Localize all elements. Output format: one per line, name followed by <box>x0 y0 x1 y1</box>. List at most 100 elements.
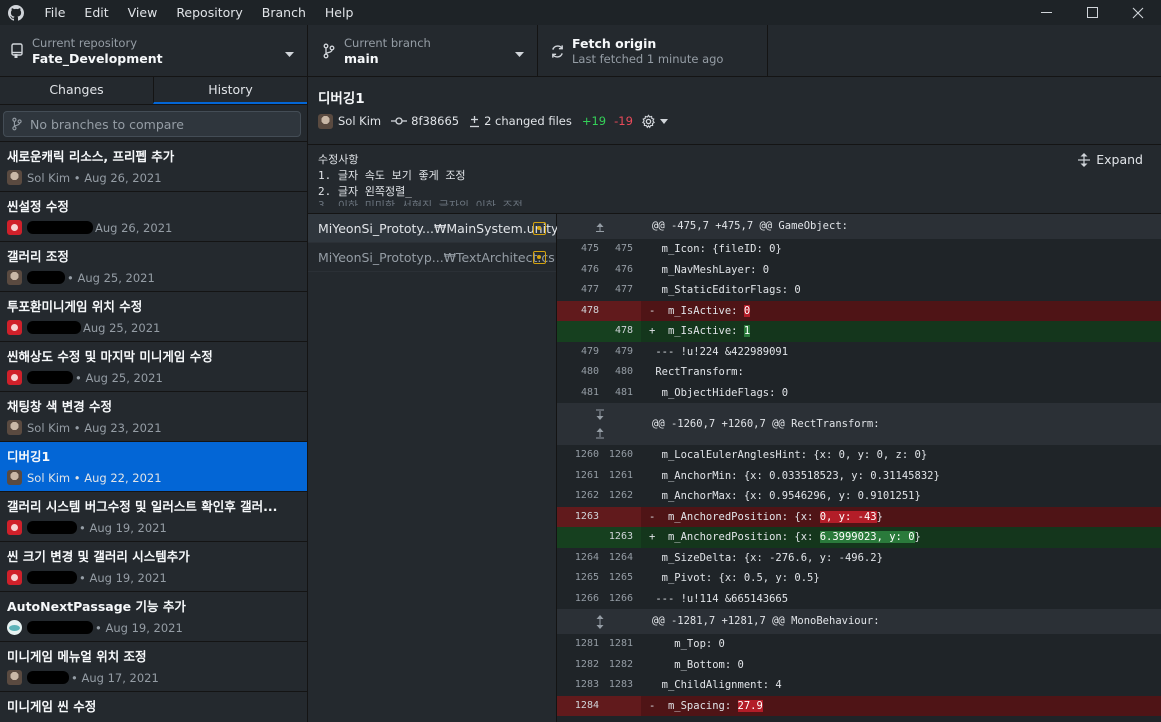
diff-line-deleted: 1263- m_AnchoredPosition: {x: 0, y: -43} <box>557 506 1161 527</box>
commit-item[interactable]: 투포환미니게임 위치 수정 Aug 25, 2021 <box>0 292 307 342</box>
commit-title: 갤러리 시스템 버그수정 및 일러스트 확인후 갤러... <box>7 499 278 514</box>
commit-date: Aug 25, 2021 <box>77 270 155 285</box>
fetch-sub: Last fetched 1 minute ago <box>572 51 724 66</box>
expand-both-icon[interactable] <box>557 403 643 445</box>
modified-icon <box>533 222 546 235</box>
commit-item[interactable]: 미니게임 메뉴얼 위치 조정 • Aug 17, 2021 <box>0 642 307 692</box>
chevron-down-icon <box>285 47 294 61</box>
expand-both-icon[interactable] <box>557 609 643 634</box>
file-name: MiYeonSi_Prototy...₩MainSystem.unity <box>318 220 559 236</box>
menu-file[interactable]: File <box>35 0 75 25</box>
commit-date: Aug 23, 2021 <box>84 420 162 435</box>
commit-sha[interactable]: 8f38665 <box>391 114 459 128</box>
branch-name: main <box>344 50 379 66</box>
menu-bar: File Edit View Repository Branch Help <box>35 0 363 25</box>
commit-item[interactable]: 미니게임 씬 수정 <box>0 692 307 722</box>
commit-title: 새로운캐릭 리소스, 프리펩 추가 <box>7 149 175 164</box>
maximize-button[interactable] <box>1069 0 1115 25</box>
repo-name: Fate_Development <box>32 50 163 66</box>
deletions-count: -19 <box>614 114 633 128</box>
window-controls <box>1023 0 1161 25</box>
menu-view[interactable]: View <box>118 0 167 25</box>
menu-repository[interactable]: Repository <box>167 0 252 25</box>
menu-branch[interactable]: Branch <box>252 0 315 25</box>
diff-line: 1264 1264 m_SizeDelta: {x: -276.6, y: -49… <box>574 551 883 564</box>
menu-help[interactable]: Help <box>315 0 363 25</box>
diff-line: 1266 1266 --- !u!114 &665143665 <box>574 592 789 605</box>
avatar <box>7 570 22 585</box>
commit-item[interactable]: 씬해상도 수정 및 마지막 미니게임 수정 • Aug 25, 2021 <box>0 342 307 392</box>
current-branch-button[interactable]: Current branch main <box>308 25 538 77</box>
minimize-button[interactable] <box>1023 0 1069 25</box>
file-item[interactable]: MiYeonSi_Prototy...₩MainSystem.unity <box>308 214 559 243</box>
chevron-down-icon <box>515 47 524 61</box>
commit-item[interactable]: 채팅창 색 변경 수정 Sol Kim • Aug 23, 2021 <box>0 392 307 442</box>
commit-date: Aug 26, 2021 <box>95 220 173 235</box>
file-item[interactable]: MiYeonSi_Prototyp...₩TextArchitect.cs <box>308 243 556 272</box>
fetch-origin-button[interactable]: Fetch origin Last fetched 1 minute ago <box>538 25 768 77</box>
diff-line-added: 478 + m_IsActive: 1 <box>557 321 1161 342</box>
close-button[interactable] <box>1115 0 1161 25</box>
gear-icon <box>641 113 655 128</box>
diff-icon <box>470 115 480 127</box>
commit-metadata: Sol Kim 8f38665 2 changed files +19 -19 <box>318 113 682 129</box>
commit-item[interactable]: 새로운캐릭 리소스, 프리펩 추가 Sol Kim • Aug 26, 2021 <box>0 142 307 192</box>
diff-line: 480 480 RectTransform: <box>580 366 744 378</box>
current-repository-button[interactable]: Current repository Fate_Development <box>0 25 308 77</box>
commit-message: 수정사항 1. 글자 속도 보기 좋게 조정 2. 글자 왼쪽정렬_ 3. 이하… <box>318 152 523 206</box>
hunk-header: @@ -1281,7 +1281,7 @@ MonoBehaviour: <box>557 609 1161 634</box>
modified-icon <box>533 251 546 264</box>
title-bar: File Edit View Repository Branch Help <box>0 0 1161 25</box>
commit-date: Aug 25, 2021 <box>83 320 161 335</box>
commit-item-selected[interactable]: 디버깅1 Sol Kim • Aug 22, 2021 <box>0 442 307 492</box>
compare-area: No branches to compare <box>0 105 307 142</box>
expand-label: Expand <box>1096 152 1143 167</box>
commit-title: 채팅창 색 변경 수정 <box>7 399 113 414</box>
commit-item[interactable]: 갤러리 조정 • Aug 25, 2021 <box>0 242 307 292</box>
commit-item[interactable]: 씬 크기 변경 및 갤러리 시스템추가 • Aug 19, 2021 <box>0 542 307 592</box>
caret-down-icon <box>659 118 668 124</box>
commit-title: AutoNextPassage 기능 추가 <box>7 599 186 614</box>
avatar <box>7 170 22 185</box>
hunk-text: @@ -1281,7 +1281,7 @@ MonoBehaviour: <box>652 615 880 627</box>
commit-detail-panel: 디버깅1 Sol Kim 8f38665 2 changed files +19… <box>308 77 1161 722</box>
commit-author: Sol Kim <box>27 170 71 185</box>
diff-settings-button[interactable] <box>641 113 672 129</box>
commit-item[interactable]: AutoNextPassage 기능 추가 • Aug 19, 2021 <box>0 592 307 642</box>
commit-title: 갤러리 조정 <box>7 249 69 264</box>
commit-item[interactable]: 갤러리 시스템 버그수정 및 일러스트 확인후 갤러... • Aug 19, … <box>0 492 307 542</box>
redacted-author <box>27 621 93 634</box>
avatar <box>7 620 22 635</box>
redacted-author <box>27 571 77 584</box>
commit-title: 씬 크기 변경 및 갤러리 시스템추가 <box>7 549 190 564</box>
avatar <box>7 420 22 435</box>
sidebar-tabs: Changes History <box>0 77 307 105</box>
diff-view: @@ -475,7 +475,7 @@ GameObject: 475 475 m… <box>557 213 1161 722</box>
expand-up-icon[interactable] <box>557 214 643 239</box>
commit-item[interactable]: 씬설정 수정 Aug 26, 2021 <box>0 192 307 242</box>
toolbar: Current repository Fate_Development Curr… <box>0 25 1161 77</box>
hunk-header: @@ -475,7 +475,7 @@ GameObject: <box>557 214 1161 239</box>
hunk-text: @@ -475,7 +475,7 @@ GameObject: <box>652 220 848 232</box>
avatar <box>318 113 333 129</box>
commit-title: 미니게임 메뉴얼 위치 조정 <box>7 649 147 664</box>
repo-label: Current repository <box>32 35 137 50</box>
commit-title: 씬설정 수정 <box>7 199 69 214</box>
branch-compare-input[interactable]: No branches to compare <box>3 111 301 137</box>
file-name: MiYeonSi_Prototyp...₩TextArchitect.cs <box>318 249 555 265</box>
tab-history[interactable]: History <box>153 77 307 104</box>
commit-author: Sol Kim <box>27 420 71 435</box>
message-line: 수정사항 <box>318 153 359 166</box>
commit-date: Aug 22, 2021 <box>84 470 162 485</box>
expand-button[interactable]: Expand <box>1078 152 1143 167</box>
message-line: 1. 글자 속도 보기 좋게 조정 <box>318 169 466 182</box>
message-line-faded: 3. 이하 미미한 서현진 글자의 이하 조정 <box>318 200 523 206</box>
tab-changes[interactable]: Changes <box>0 77 153 104</box>
branch-icon <box>12 117 22 131</box>
redacted-author <box>27 521 77 534</box>
diff-line: 479 479 --- !u!224 &422989091 <box>580 345 789 358</box>
changed-files-count: 2 changed files <box>484 114 572 128</box>
menu-edit[interactable]: Edit <box>75 0 118 25</box>
diff-line: 1262 1262 m_AnchorMax: {x: 0.9546296, y: … <box>574 490 921 502</box>
redacted-author <box>27 221 93 234</box>
